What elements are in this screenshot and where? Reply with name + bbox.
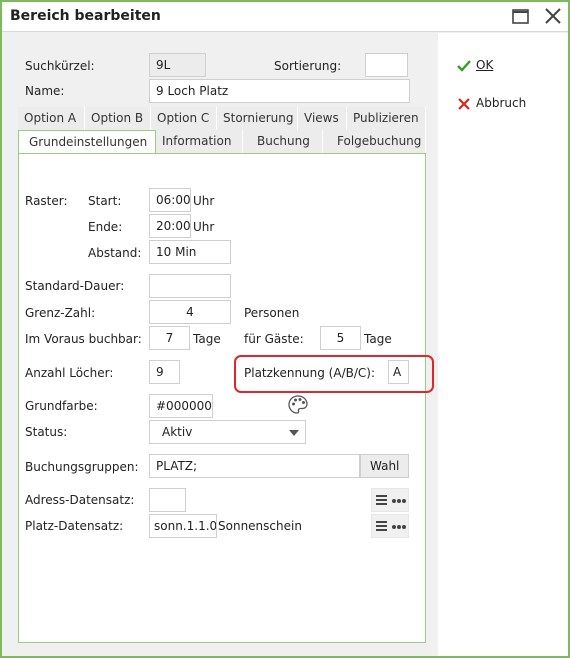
tab-folgebuchung[interactable]: Folgebuchung <box>323 130 426 153</box>
raster-label: Raster: <box>25 194 68 208</box>
ende-label: Ende: <box>88 220 123 234</box>
start-time-field[interactable]: 06:00 <box>149 188 191 212</box>
tab-option-b[interactable]: Option B <box>85 107 151 130</box>
suchkuerzel-label: Suchkürzel: <box>25 59 95 73</box>
tab-views[interactable]: Views <box>298 107 347 130</box>
platz-datensatz-name: Sonnenschein <box>218 519 302 533</box>
tab-publizieren[interactable]: Publizieren <box>347 107 426 130</box>
tab-information[interactable]: Information <box>156 130 243 153</box>
platz-datensatz-field[interactable]: sonn.1.1.0 <box>149 514 217 538</box>
ok-button[interactable]: OK <box>456 55 493 77</box>
tab-option-a[interactable]: Option A <box>18 107 85 130</box>
adress-datensatz-label: Adress-Datensatz: <box>25 493 135 507</box>
grenz-zahl-unit: Personen <box>244 306 300 320</box>
window-title: Bereich bearbeiten <box>10 8 161 24</box>
voraus-field[interactable]: 7 <box>149 326 190 350</box>
standard-dauer-label: Standard-Dauer: <box>25 279 125 293</box>
loecher-field[interactable]: 9 <box>149 360 180 384</box>
status-label: Status: <box>25 425 68 439</box>
tab-option-c[interactable]: Option C <box>151 107 217 130</box>
platz-menu-button[interactable] <box>371 514 409 538</box>
name-label: Name: <box>25 84 65 98</box>
ende-unit: Uhr <box>193 220 215 234</box>
sortierung-label: Sortierung: <box>274 59 342 73</box>
suchkuerzel-field[interactable]: 9L <box>149 53 206 77</box>
form-panel: Suchkürzel: 9L Sortierung: Name: 9 Loch … <box>4 33 438 656</box>
maximize-icon[interactable] <box>507 6 533 28</box>
abstand-label: Abstand: <box>88 246 142 260</box>
checkmark-icon <box>457 59 471 72</box>
list-more-icon <box>376 521 406 531</box>
ok-label: OK <box>476 58 494 72</box>
tab-stornierung[interactable]: Stornierung <box>217 107 298 130</box>
platz-datensatz-label: Platz-Datensatz: <box>25 519 124 533</box>
grundfarbe-label: Grundfarbe: <box>25 399 98 413</box>
status-select[interactable]: Aktiv <box>149 420 306 444</box>
grenz-zahl-label: Grenz-Zahl: <box>25 306 96 320</box>
start-label: Start: <box>88 194 122 208</box>
status-value: Aktiv <box>162 425 193 439</box>
adress-menu-button[interactable] <box>371 488 409 512</box>
palette-icon[interactable] <box>287 394 309 416</box>
buchungsgruppen-label: Buchungsgruppen: <box>25 460 139 474</box>
abbruch-button[interactable]: Abbruch <box>456 93 526 115</box>
dialog-window: Bereich bearbeiten Suchkürzel: 9L Sortie… <box>0 0 570 658</box>
highlight-frame <box>234 355 434 393</box>
voraus-unit: Tage <box>193 332 221 346</box>
cancel-x-icon <box>458 97 470 110</box>
sortierung-field[interactable] <box>365 53 408 77</box>
title-bar: Bereich bearbeiten <box>2 2 568 32</box>
voraus-label: Im Voraus buchbar: <box>25 332 142 346</box>
gaeste-label: für Gäste: <box>244 332 304 346</box>
standard-dauer-field[interactable] <box>149 274 231 298</box>
loecher-label: Anzahl Löcher: <box>25 366 114 380</box>
close-icon[interactable] <box>540 6 566 28</box>
grundfarbe-field[interactable]: #000000 <box>149 394 213 418</box>
grenz-zahl-field[interactable]: 4 <box>149 300 231 324</box>
action-panel: OK Abbruch <box>438 33 568 656</box>
tab-grundeinstellungen[interactable]: Grundeinstellungen <box>18 130 156 153</box>
name-field[interactable]: 9 Loch Platz <box>149 79 410 103</box>
tab-strip: Option A Option B Option C Stornierung V… <box>18 107 426 153</box>
tab-buchung[interactable]: Buchung <box>243 130 323 153</box>
buchungsgruppen-field[interactable]: PLATZ; <box>149 454 360 478</box>
wahl-button[interactable]: Wahl <box>360 454 409 478</box>
list-more-icon <box>376 495 406 505</box>
abstand-field[interactable]: 10 Min <box>149 240 231 264</box>
abbruch-label: Abbruch <box>476 96 527 110</box>
start-unit: Uhr <box>193 194 215 208</box>
ende-time-field[interactable]: 20:00 <box>149 214 191 238</box>
grundeinstellungen-panel <box>18 153 426 643</box>
gaeste-field[interactable]: 5 <box>320 326 361 350</box>
adress-datensatz-field[interactable] <box>149 488 186 512</box>
chevron-down-icon <box>289 430 299 436</box>
gaeste-unit: Tage <box>364 332 392 346</box>
